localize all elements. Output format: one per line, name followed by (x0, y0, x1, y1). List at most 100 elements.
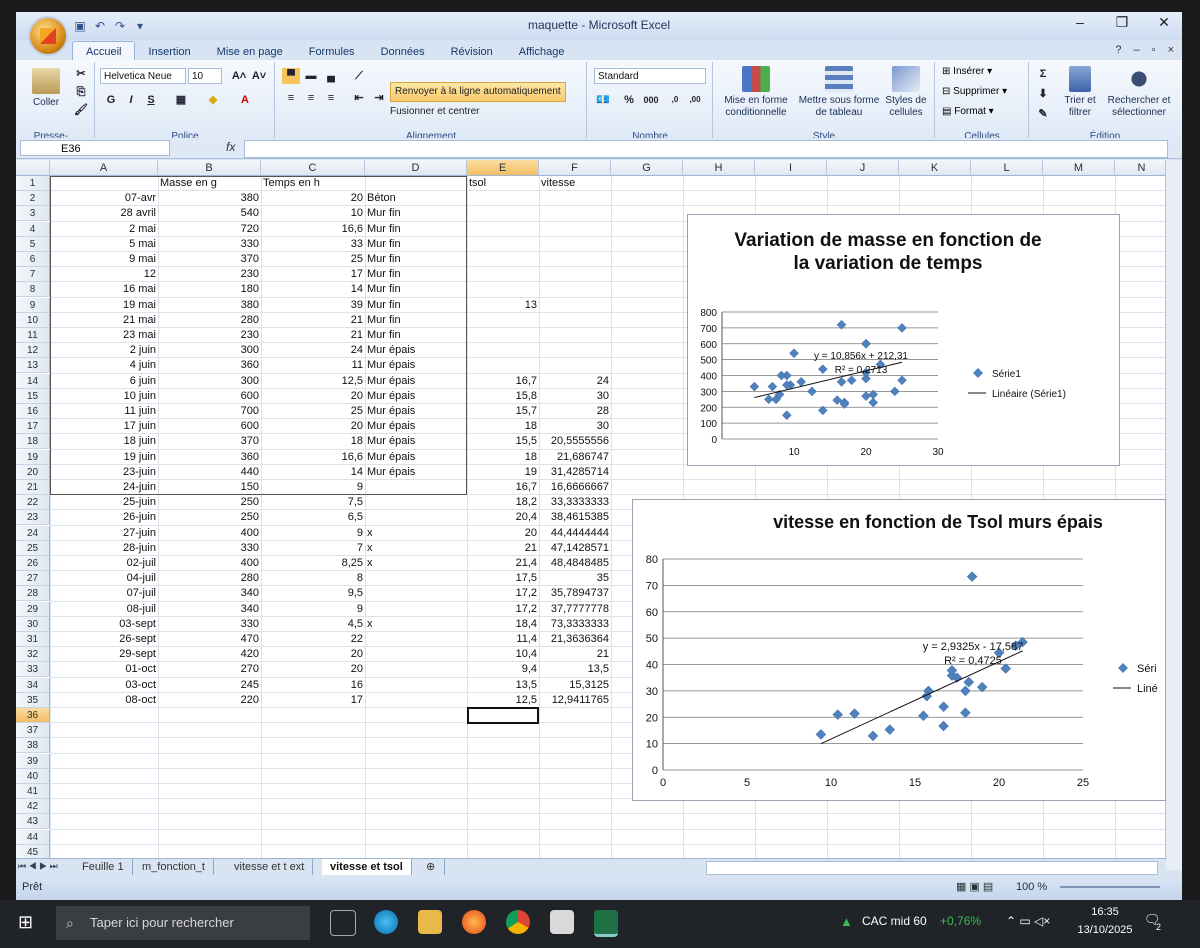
row-header-18[interactable]: 18 (16, 434, 50, 450)
column-header-j[interactable]: J (827, 160, 899, 176)
row-header-39[interactable]: 39 (16, 753, 50, 769)
wrap-text-button[interactable]: Renvoyer à la ligne automatiquement (390, 82, 566, 102)
cell-f27[interactable]: 35 (539, 571, 611, 586)
cell-e24[interactable]: 20 (467, 526, 539, 541)
tab-accueil[interactable]: Accueil (72, 41, 136, 62)
cell-d24[interactable]: x (365, 526, 467, 541)
row-header-30[interactable]: 30 (16, 616, 50, 632)
cell-d25[interactable]: x (365, 541, 467, 556)
cell-e31[interactable]: 11,4 (467, 632, 539, 647)
chart-speed-vs-tsol[interactable]: vitesse en fonction de Tsol murs épais 0… (632, 499, 1166, 801)
row-header-38[interactable]: 38 (16, 738, 50, 754)
row-header-4[interactable]: 4 (16, 221, 50, 237)
cell-e26[interactable]: 21,4 (467, 556, 539, 571)
cell-a27[interactable]: 04-juil (50, 571, 158, 586)
cell-d4[interactable]: Mur fin (365, 222, 467, 237)
sheet-tab-feuille-1[interactable]: Feuille 1 (74, 859, 133, 875)
column-header-g[interactable]: G (611, 160, 683, 176)
cell-b20[interactable]: 440 (158, 465, 261, 480)
cell-c1[interactable]: Temps en h (261, 176, 365, 191)
cell-c18[interactable]: 18 (261, 434, 365, 449)
cell-a20[interactable]: 23-juin (50, 465, 158, 480)
chrome-icon[interactable] (506, 910, 530, 934)
row-header-14[interactable]: 14 (16, 373, 50, 389)
cell-a12[interactable]: 2 juin (50, 343, 158, 358)
cell-c3[interactable]: 10 (261, 206, 365, 221)
find-select-button[interactable]: Rechercher et sélectionner (1102, 66, 1176, 119)
cell-f22[interactable]: 33,3333333 (539, 495, 611, 510)
cell-b22[interactable]: 250 (158, 495, 261, 510)
cell-c24[interactable]: 9 (261, 526, 365, 541)
cell-e18[interactable]: 15,5 (467, 434, 539, 449)
borders-icon[interactable]: ▦ (172, 92, 190, 108)
align-bottom-icon[interactable]: ▄ (322, 68, 340, 84)
cell-a25[interactable]: 28-juin (50, 541, 158, 556)
cell-b27[interactable]: 280 (158, 571, 261, 586)
sort-filter-button[interactable]: Trier et filtrer (1060, 66, 1100, 119)
cell-d10[interactable]: Mur fin (365, 313, 467, 328)
cell-a28[interactable]: 07-juil (50, 586, 158, 601)
cell-c4[interactable]: 16,6 (261, 222, 365, 237)
cell-b32[interactable]: 420 (158, 647, 261, 662)
conditional-format-button[interactable]: Mise en forme conditionnelle (718, 66, 794, 119)
windows-start-icon[interactable]: ⊞ (18, 912, 33, 933)
orientation-icon[interactable]: ⟋ (350, 68, 368, 84)
fill-color-icon[interactable]: ◈ (204, 92, 222, 108)
task-view-icon[interactable] (330, 910, 356, 936)
cell-e30[interactable]: 18,4 (467, 617, 539, 632)
cell-e34[interactable]: 13,5 (467, 678, 539, 693)
tab-revision[interactable]: Révision (438, 42, 506, 62)
increase-decimal-icon[interactable]: ,0 (666, 92, 684, 108)
cell-d9[interactable]: Mur fin (365, 298, 467, 313)
cell-d19[interactable]: Mur épais (365, 450, 467, 465)
row-header-10[interactable]: 10 (16, 312, 50, 328)
row-header-20[interactable]: 20 (16, 464, 50, 480)
column-header-l[interactable]: L (971, 160, 1043, 176)
cell-c28[interactable]: 9,5 (261, 586, 365, 601)
cell-d2[interactable]: Béton (365, 191, 467, 206)
cell-c33[interactable]: 20 (261, 662, 365, 677)
cell-c20[interactable]: 14 (261, 465, 365, 480)
cell-a9[interactable]: 19 mai (50, 298, 158, 313)
close-icon[interactable]: ✕ (1154, 14, 1174, 31)
cell-f19[interactable]: 21,686747 (539, 450, 611, 465)
cell-c23[interactable]: 6,5 (261, 510, 365, 525)
cell-f24[interactable]: 44,4444444 (539, 526, 611, 541)
cell-b15[interactable]: 600 (158, 389, 261, 404)
cell-c11[interactable]: 21 (261, 328, 365, 343)
column-header-f[interactable]: F (539, 160, 611, 176)
tray-icons[interactable]: ⌃ ▭ ◁× (1006, 914, 1050, 928)
tab-insertion[interactable]: Insertion (135, 42, 203, 62)
cell-a17[interactable]: 17 juin (50, 419, 158, 434)
cell-f32[interactable]: 21 (539, 647, 611, 662)
cell-d26[interactable]: x (365, 556, 467, 571)
row-header-34[interactable]: 34 (16, 677, 50, 693)
row-header-32[interactable]: 32 (16, 647, 50, 663)
cell-styles-button[interactable]: Styles de cellules (882, 66, 930, 119)
cell-a6[interactable]: 9 mai (50, 252, 158, 267)
cell-d7[interactable]: Mur fin (365, 267, 467, 282)
row-header-43[interactable]: 43 (16, 814, 50, 830)
stock-name[interactable]: CAC mid 60 (862, 914, 927, 928)
row-header-8[interactable]: 8 (16, 282, 50, 298)
row-header-36[interactable]: 36 (16, 708, 50, 723)
row-header-12[interactable]: 12 (16, 343, 50, 359)
cell-c9[interactable]: 39 (261, 298, 365, 313)
cell-a32[interactable]: 29-sept (50, 647, 158, 662)
cell-c21[interactable]: 9 (261, 480, 365, 495)
row-header-40[interactable]: 40 (16, 768, 50, 784)
cell-f35[interactable]: 12,9411765 (539, 693, 611, 708)
cell-e17[interactable]: 18 (467, 419, 539, 434)
cell-b12[interactable]: 300 (158, 343, 261, 358)
cell-a15[interactable]: 10 juin (50, 389, 158, 404)
cell-a24[interactable]: 27-juin (50, 526, 158, 541)
sheet-tab-vitesse-tsol[interactable]: vitesse et tsol (322, 859, 412, 875)
align-center-icon[interactable]: ≡ (302, 90, 320, 106)
cell-d30[interactable]: x (365, 617, 467, 632)
column-header-i[interactable]: I (755, 160, 827, 176)
cell-a13[interactable]: 4 juin (50, 358, 158, 373)
tab-affichage[interactable]: Affichage (506, 42, 578, 62)
cell-c5[interactable]: 33 (261, 237, 365, 252)
cell-a21[interactable]: 24-juin (50, 480, 158, 495)
underline-icon[interactable]: S (142, 92, 160, 108)
